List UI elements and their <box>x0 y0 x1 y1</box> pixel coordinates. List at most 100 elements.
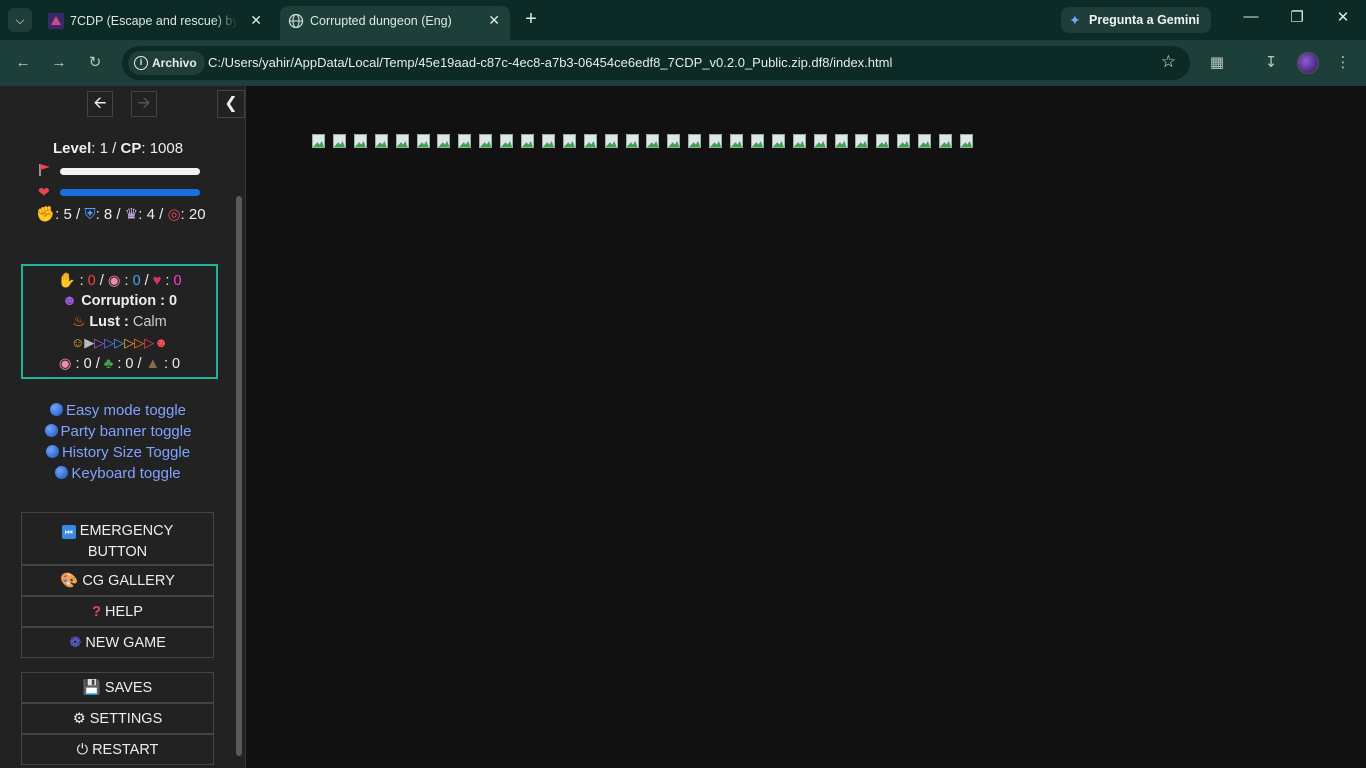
gear-icon: ⚙ <box>72 711 86 727</box>
history-size-toggle[interactable]: History Size Toggle <box>0 444 236 461</box>
cg-gallery-button[interactable]: 🎨 CG GALLERY <box>21 565 214 596</box>
broken-image-icon <box>708 133 725 150</box>
cp-value: 1008 <box>149 140 184 157</box>
broken-image-icon <box>645 133 662 150</box>
muscle-icon: ✋ <box>57 273 76 289</box>
history-forward-button[interactable]: 🡪 <box>131 91 157 117</box>
address-bar[interactable]: i Archivo C:/Users/yahir/AppData/Local/T… <box>122 46 1190 80</box>
broken-image-icon <box>604 133 621 150</box>
easy-mode-toggle[interactable]: Easy mode toggle <box>0 402 236 419</box>
items-line: ◉ : 0 / ♣ : 0 / ▲ : 0 <box>58 356 181 372</box>
herb-icon: ♣ <box>103 356 114 372</box>
calm-face-icon: ☺ <box>71 335 85 350</box>
menu-kebab-icon[interactable]: ⋮ <box>1332 52 1354 74</box>
minimize-icon[interactable]: — <box>1236 8 1266 25</box>
settings-button[interactable]: ⚙ SETTINGS <box>21 703 214 734</box>
spiral-icon: ❁ <box>69 635 82 651</box>
broken-image-icon <box>520 133 537 150</box>
rock-value: 0 <box>172 356 181 372</box>
tab-corrupted-dungeon[interactable]: Corrupted dungeon (Eng) ✕ <box>280 6 510 40</box>
level-cp-line: Level: 1 / CP: 1008 <box>52 140 184 157</box>
broken-image-icon <box>875 133 892 150</box>
chevron-down-icon: ⌵ <box>15 13 25 27</box>
potion-value: 0 <box>83 356 92 372</box>
tab-7cdp[interactable]: 7CDP (Escape and rescue) by co ✕ <box>40 6 272 36</box>
defense-value: 8 <box>103 206 113 223</box>
saves-button[interactable]: 💾 SAVES <box>21 672 214 703</box>
tab-search-button[interactable]: ⌵ <box>8 8 32 32</box>
emergency-button[interactable]: ⏮ EMERGENCY BUTTON <box>21 512 214 565</box>
broken-image-icon <box>896 133 913 150</box>
health-bar <box>60 189 200 196</box>
restart-button[interactable]: ⏻ RESTART <box>21 734 214 765</box>
sidebar-scrollbar[interactable] <box>236 196 242 756</box>
restore-icon[interactable]: ❐ <box>1282 8 1312 26</box>
broken-image-icon <box>583 133 600 150</box>
globe-icon <box>288 13 304 29</box>
broken-image-icon <box>541 133 558 150</box>
ui-bar-toggle-button[interactable]: ❮ <box>217 90 245 118</box>
broken-image-icon <box>792 133 809 150</box>
broken-image-icon <box>834 133 851 150</box>
arrow-left-icon: 🡨 <box>93 95 107 112</box>
power-icon: ⏻ <box>76 742 89 758</box>
gemini-label: Pregunta a Gemini <box>1089 13 1200 27</box>
flag-progress-bar <box>60 168 200 175</box>
close-window-icon[interactable]: ✕ <box>1328 8 1358 26</box>
new-tab-button[interactable]: + <box>520 8 542 30</box>
broken-image-icon <box>499 133 516 150</box>
party-banner-toggle[interactable]: Party banner toggle <box>0 423 236 440</box>
accuracy-value: 20 <box>188 206 206 223</box>
lips-icon: ♥ <box>152 273 162 289</box>
download-icon[interactable]: ↧ <box>1260 52 1282 74</box>
help-button[interactable]: ? HELP <box>21 596 214 627</box>
reload-icon[interactable]: ↻ <box>84 52 106 74</box>
lust-meter: ☺▶▷▷▷▷▷▷☻ <box>71 335 168 350</box>
corruption-line: ☻ Corruption : 0 <box>61 293 178 309</box>
blue-orb-icon <box>45 445 59 458</box>
forward-icon[interactable]: → <box>48 52 70 74</box>
broken-image-icon <box>771 133 788 150</box>
broken-image-icon <box>854 133 871 150</box>
emergency-label: EMERGENCY BUTTON <box>79 523 174 560</box>
browser-toolbar: ← → ↻ i Archivo C:/Users/yahir/AppData/L… <box>0 40 1366 86</box>
keyboard-toggle[interactable]: Keyboard toggle <box>0 465 236 482</box>
rock-icon: ▲ <box>145 356 160 372</box>
potion-icon: ◉ <box>58 356 72 372</box>
close-tab-icon[interactable]: ✕ <box>250 12 262 29</box>
blue-orb-icon <box>49 403 63 416</box>
palette-icon: 🎨 <box>60 573 79 589</box>
question-icon: ? <box>92 604 101 620</box>
passage-area <box>247 86 1366 768</box>
saves-label: SAVES <box>104 680 153 696</box>
extensions-icon[interactable]: ▦ <box>1206 52 1228 74</box>
lust-line: ♨ Lust : Calm <box>72 314 167 330</box>
intellect-value: 0 <box>132 273 141 289</box>
close-tab-icon[interactable]: ✕ <box>488 12 500 29</box>
gemini-button[interactable]: ✦ Pregunta a Gemini <box>1061 7 1211 33</box>
broken-image-icon <box>311 133 328 150</box>
corruption-value: 0 <box>169 293 178 309</box>
broken-image-icon <box>729 133 746 150</box>
gallery-label: CG GALLERY <box>82 573 175 589</box>
restart-label: RESTART <box>92 742 159 758</box>
profile-avatar[interactable] <box>1297 52 1319 74</box>
broken-image-icon <box>625 133 642 150</box>
broken-image-icon <box>395 133 412 150</box>
back-icon[interactable]: ← <box>12 52 34 74</box>
bookmark-star-icon[interactable]: ☆ <box>1161 52 1176 72</box>
fire-icon: ♨ <box>72 314 86 330</box>
help-label: HELP <box>105 604 143 620</box>
status-box: ✋ : 0 / ◉ : 0 / ♥ : 0 ☻ Corruption : 0 ♨… <box>21 264 218 379</box>
level-value: 1 / <box>99 140 121 157</box>
url-text[interactable]: C:/Users/yahir/AppData/Local/Temp/45e19a… <box>208 55 892 70</box>
settings-label: SETTINGS <box>89 711 163 727</box>
save-disk-icon: 💾 <box>82 680 101 696</box>
broken-image-icon <box>374 133 391 150</box>
site-info-chip[interactable]: i Archivo <box>128 51 205 75</box>
history-back-button[interactable]: 🡨 <box>87 91 113 117</box>
attributes-line: ✋ : 0 / ◉ : 0 / ♥ : 0 <box>57 273 182 289</box>
new-game-button[interactable]: ❁ NEW GAME <box>21 627 214 658</box>
devil-icon: ☻ <box>61 293 78 309</box>
broken-image-icon <box>687 133 704 150</box>
